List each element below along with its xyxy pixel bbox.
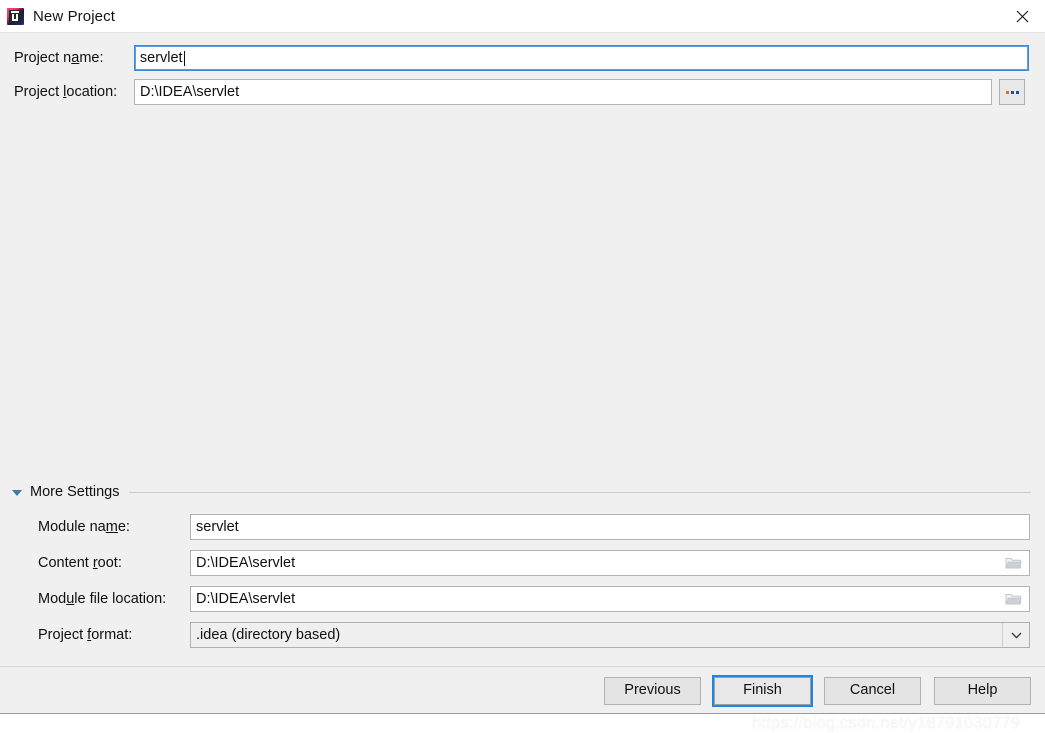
module-file-location-label: Module file location: xyxy=(38,591,167,607)
content-root-field-wrap: D:\IDEA\servlet xyxy=(190,550,1030,576)
text-caret xyxy=(183,50,185,66)
cancel-button[interactable]: Cancel xyxy=(824,676,921,705)
project-format-select[interactable]: .idea (directory based) xyxy=(190,622,1030,648)
finish-button[interactable]: Finish xyxy=(714,676,811,705)
more-settings-body: Module name: servlet Content root: D:\ID… xyxy=(12,503,1031,649)
project-format-value: .idea (directory based) xyxy=(196,627,341,643)
section-separator xyxy=(129,492,1031,493)
triangle-down-icon[interactable] xyxy=(12,489,22,496)
project-format-label: Project format: xyxy=(38,627,133,643)
project-format-row: Project format: .idea (directory based) xyxy=(38,621,1031,649)
project-location-input[interactable]: D:\IDEA\servlet xyxy=(134,79,992,105)
window-title: New Project xyxy=(33,7,115,25)
dialog-content: Project name: servlet Project location: … xyxy=(0,32,1045,732)
help-button[interactable]: Help xyxy=(934,676,1031,705)
title-bar: New Project xyxy=(0,0,1045,32)
module-name-label: Module name: xyxy=(38,519,130,535)
project-name-value: servlet xyxy=(139,49,183,66)
project-location-value: D:\IDEA\servlet xyxy=(140,83,240,100)
module-name-input[interactable]: servlet xyxy=(190,514,1030,540)
project-name-row: Project name: servlet xyxy=(14,45,1029,71)
content-root-label: Content root: xyxy=(38,555,122,571)
ellipsis-dot-icon xyxy=(1005,90,1009,94)
previous-button[interactable]: Previous xyxy=(604,676,701,705)
module-file-location-row: Module file location: D:\IDEA\servlet xyxy=(38,585,1031,613)
close-icon xyxy=(1016,10,1028,22)
module-name-value: servlet xyxy=(196,518,239,535)
more-settings-header[interactable]: More Settings xyxy=(12,481,1031,503)
module-name-field-wrap: servlet xyxy=(190,514,1030,540)
content-root-value: D:\IDEA\servlet xyxy=(196,554,296,571)
module-file-location-input[interactable]: D:\IDEA\servlet xyxy=(190,586,1030,612)
intellij-idea-icon xyxy=(7,7,24,25)
more-settings-section: More Settings Module name: servlet Conte… xyxy=(0,481,1045,657)
folder-icon[interactable] xyxy=(1005,592,1022,606)
content-root-row: Content root: D:\IDEA\servlet xyxy=(38,549,1031,577)
chevron-down-icon[interactable] xyxy=(1002,623,1029,647)
dialog-footer: Previous Finish Cancel Help xyxy=(0,666,1045,714)
module-file-location-field-wrap: D:\IDEA\servlet xyxy=(190,586,1030,612)
more-settings-label: More Settings xyxy=(30,484,120,500)
module-file-location-value: D:\IDEA\servlet xyxy=(196,590,296,607)
project-location-row: Project location: D:\IDEA\servlet xyxy=(14,79,1029,105)
content-root-input[interactable]: D:\IDEA\servlet xyxy=(190,550,1030,576)
folder-icon[interactable] xyxy=(1005,556,1022,570)
project-name-input[interactable]: servlet xyxy=(133,45,1029,71)
project-location-label: Project location: xyxy=(14,84,118,100)
project-location-browse-button[interactable] xyxy=(999,79,1025,105)
project-name-label: Project name: xyxy=(14,50,104,66)
ellipsis-dot-icon xyxy=(1015,90,1019,94)
watermark-text: https://blog.csdn.net/y18791030779 xyxy=(752,714,1021,732)
new-project-dialog: New Project Project name: servlet Projec… xyxy=(0,0,1045,732)
ellipsis-dot-icon xyxy=(1010,90,1014,94)
top-form: Project name: servlet Project location: … xyxy=(0,33,1045,105)
module-name-row: Module name: servlet xyxy=(38,513,1031,541)
close-button[interactable] xyxy=(999,0,1045,32)
